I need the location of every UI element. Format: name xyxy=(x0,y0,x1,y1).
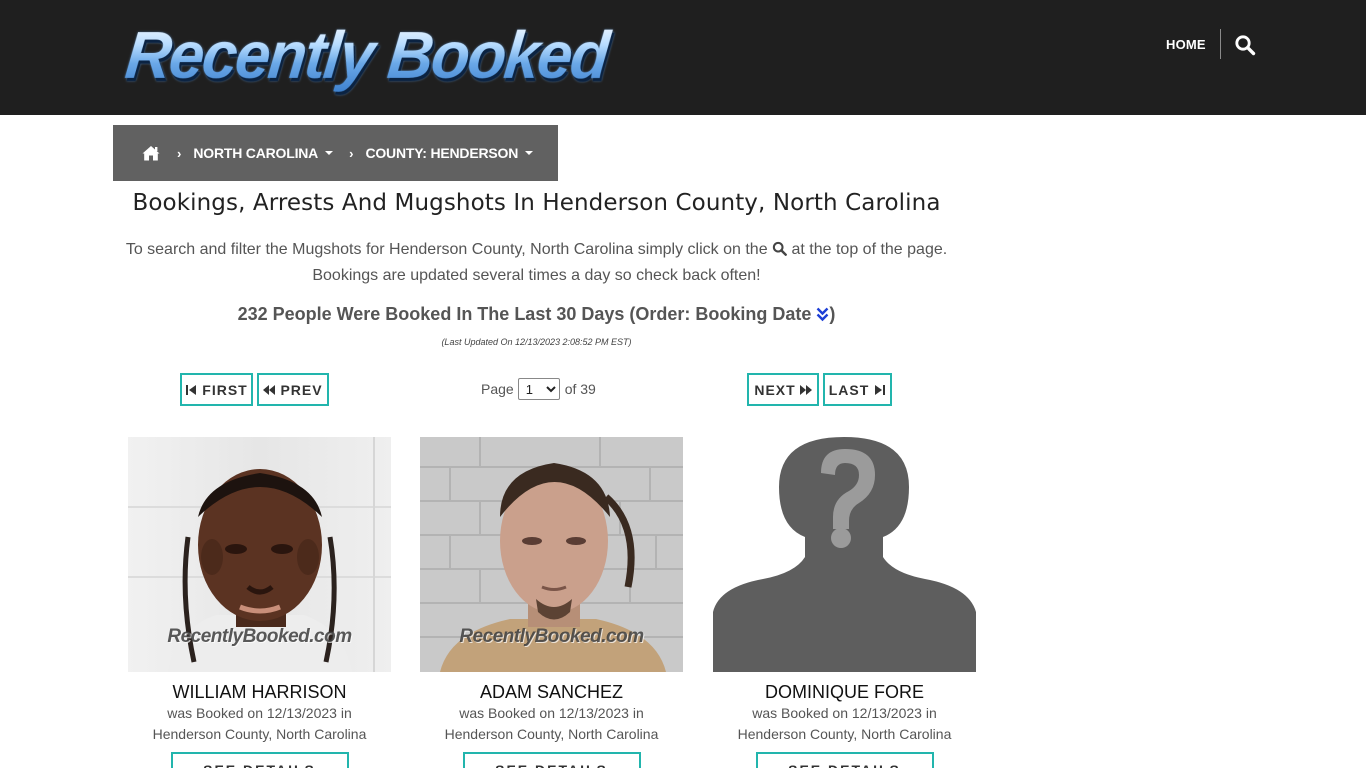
site-header: Recently Booked HOME xyxy=(0,0,1366,115)
prev-page-label: PREV xyxy=(280,381,323,398)
search-icon xyxy=(772,239,787,256)
booking-location: Henderson County, North Carolina xyxy=(444,726,659,742)
intro-text-part1: To search and filter the Mugshots for He… xyxy=(125,241,768,258)
last-page-button[interactable]: LAST xyxy=(823,373,892,406)
step-forward-icon xyxy=(875,384,886,395)
prev-page-button[interactable]: PREV xyxy=(257,373,329,406)
logo-text: Recently Booked xyxy=(122,18,620,94)
booking-card: DOMINIQUE FORE was Booked on 12/13/2023 … xyxy=(713,437,976,768)
first-page-button[interactable]: FIRST xyxy=(180,373,253,406)
next-page-label: NEXT xyxy=(754,381,796,398)
booking-card: RecentlyBooked.com ADAM SANCHEZ was Book… xyxy=(420,437,683,768)
watermark: RecentlyBooked.com xyxy=(459,626,644,647)
booking-location: Henderson County, North Carolina xyxy=(152,726,367,742)
chevron-right-icon: › xyxy=(349,145,354,161)
breadcrumb-state[interactable]: NORTH CAROLINA xyxy=(193,145,334,161)
booking-date-text: was Booked on 12/13/2023 in xyxy=(167,705,352,721)
see-details-button[interactable]: SEE DETAILS xyxy=(170,752,349,768)
next-page-button[interactable]: NEXT xyxy=(747,373,819,406)
booking-card: RecentlyBooked.com WILLIAM HARRISON was … xyxy=(128,437,391,768)
home-icon[interactable] xyxy=(141,144,161,162)
see-details-button[interactable]: SEE DETAILS xyxy=(462,752,641,768)
first-page-label: FIRST xyxy=(202,381,248,398)
sort-order-icon[interactable] xyxy=(816,306,829,322)
nav-divider xyxy=(1220,29,1221,59)
forward-icon xyxy=(799,384,812,395)
page-total: of 39 xyxy=(564,381,596,397)
see-details-button[interactable]: SEE DETAILS xyxy=(755,752,934,768)
page-selector: Page 1 of 39 xyxy=(481,377,596,401)
person-name[interactable]: WILLIAM HARRISON xyxy=(128,682,391,702)
caret-down-icon xyxy=(325,151,334,155)
nav-home-link[interactable]: HOME xyxy=(1166,36,1206,54)
search-icon[interactable] xyxy=(1234,34,1256,56)
last-page-label: LAST xyxy=(828,381,870,398)
page-label: Page xyxy=(481,381,514,397)
step-backward-icon xyxy=(186,384,197,395)
breadcrumb: › NORTH CAROLINA › COUNTY: HENDERSON xyxy=(113,125,558,181)
breadcrumb-county[interactable]: COUNTY: HENDERSON xyxy=(365,145,534,161)
booking-count: 232 People Were Booked In The Last 30 Da… xyxy=(113,304,960,325)
person-name[interactable]: DOMINIQUE FORE xyxy=(713,682,976,702)
chevron-right-icon: › xyxy=(177,145,182,161)
booking-date-text: was Booked on 12/13/2023 in xyxy=(752,705,937,721)
mugshot-photo[interactable]: RecentlyBooked.com xyxy=(420,437,683,672)
booking-count-text: 232 People Were Booked In The Last 30 Da… xyxy=(237,304,812,324)
mugshot-photo[interactable]: RecentlyBooked.com xyxy=(128,437,391,672)
page-title: Bookings, Arrests And Mugshots In Hender… xyxy=(132,190,941,216)
person-name[interactable]: ADAM SANCHEZ xyxy=(420,682,683,702)
breadcrumb-state-label: NORTH CAROLINA xyxy=(193,145,319,161)
site-logo[interactable]: Recently Booked xyxy=(122,19,616,93)
intro-text: To search and filter the Mugshots for He… xyxy=(113,237,960,289)
page-select[interactable]: 1 xyxy=(517,378,560,400)
watermark: RecentlyBooked.com xyxy=(167,626,352,647)
booking-count-close: ) xyxy=(829,304,836,324)
placeholder-photo[interactable] xyxy=(713,437,976,672)
last-updated: (Last Updated On 12/13/2023 2:08:52 PM E… xyxy=(441,337,632,347)
booking-location: Henderson County, North Carolina xyxy=(737,726,952,742)
backward-icon xyxy=(263,384,276,395)
caret-down-icon xyxy=(525,151,534,155)
breadcrumb-county-label: COUNTY: HENDERSON xyxy=(365,145,519,161)
booking-date-text: was Booked on 12/13/2023 in xyxy=(459,705,644,721)
